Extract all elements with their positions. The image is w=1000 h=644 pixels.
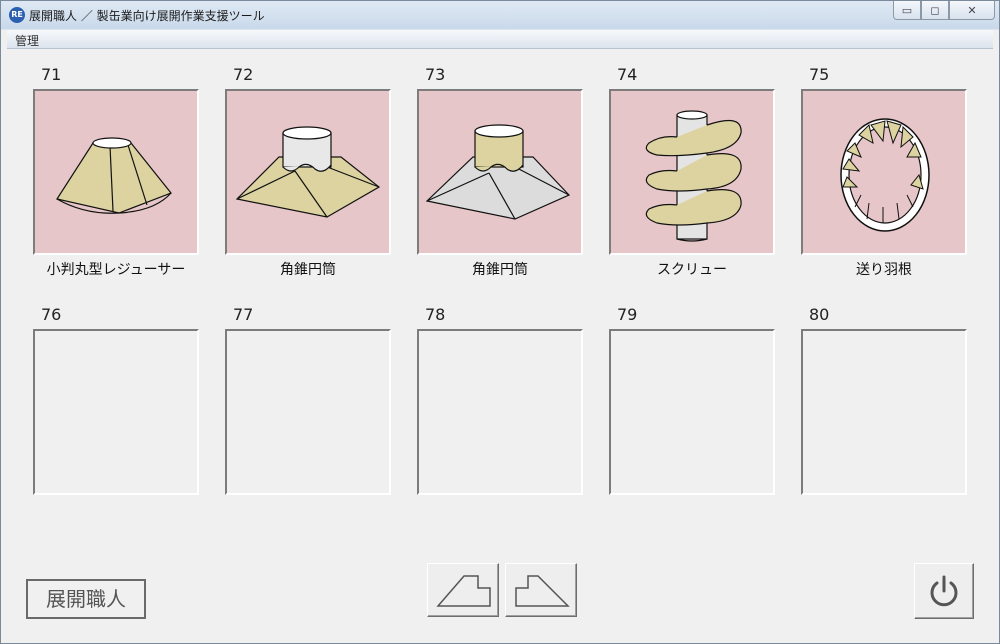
tile-number: 79 [617,305,638,324]
tile-label: スクリュー [657,262,727,278]
previous-page-icon [436,575,491,607]
next-page-button[interactable] [505,563,577,617]
app-icon: RE [9,7,25,23]
pyramid-cylinder-icon [235,126,381,218]
next-page-icon [515,575,570,607]
tile-thumbnail[interactable] [225,89,391,255]
close-button[interactable]: ✕ [949,1,995,20]
tile-number: 78 [425,305,446,324]
power-button[interactable] [914,563,974,619]
feed-blade-icon [840,118,930,232]
menu-bar: 管理 [7,30,993,49]
tile-thumbnail[interactable] [417,329,583,495]
main-area: 71 小判丸型レジューサー 72 角錐円筒 73 角錐円筒 74 スクリュー 7… [7,49,993,639]
title-bar[interactable]: RE 展開職人 ／ 製缶業向け展開作業支援ツール ▭ ◻ ✕ [1,1,999,29]
tile-number: 71 [41,65,62,84]
tile-number: 74 [617,65,638,84]
tile-label: 角錐円筒 [472,262,528,278]
tile-number: 75 [809,65,830,84]
maximize-button[interactable]: ◻ [921,1,949,20]
app-window: RE 展開職人 ／ 製缶業向け展開作業支援ツール ▭ ◻ ✕ 管理 71 小判丸 [0,0,1000,644]
previous-page-button[interactable] [427,563,499,617]
screw-icon [645,110,742,242]
power-icon [930,575,958,607]
tile-thumbnail[interactable] [33,329,199,495]
oval-reducer-icon [56,137,172,214]
tile-label: 送り羽根 [856,262,912,278]
tile-number: 80 [809,305,830,324]
minimize-button[interactable]: ▭ [893,1,921,20]
menu-item-manage[interactable]: 管理 [15,32,39,49]
tile-number: 77 [233,305,254,324]
tile-number: 73 [425,65,446,84]
window-title: 展開職人 ／ 製缶業向け展開作業支援ツール [29,9,265,23]
pyramid-cylinder-alt-icon [425,124,571,220]
tile-label: 小判丸型レジューサー [46,262,186,278]
tile-thumbnail[interactable] [33,89,199,255]
tile-thumbnail[interactable] [225,329,391,495]
tile-thumbnail[interactable] [417,89,583,255]
tile-thumbnail[interactable] [801,329,967,495]
tile-thumbnail[interactable] [609,329,775,495]
tile-label: 角錐円筒 [280,262,336,278]
brand-button[interactable]: 展開職人 [26,579,146,619]
tile-thumbnail[interactable] [801,89,967,255]
tile-thumbnail[interactable] [609,89,775,255]
tile-number: 76 [41,305,62,324]
tile-number: 72 [233,65,254,84]
